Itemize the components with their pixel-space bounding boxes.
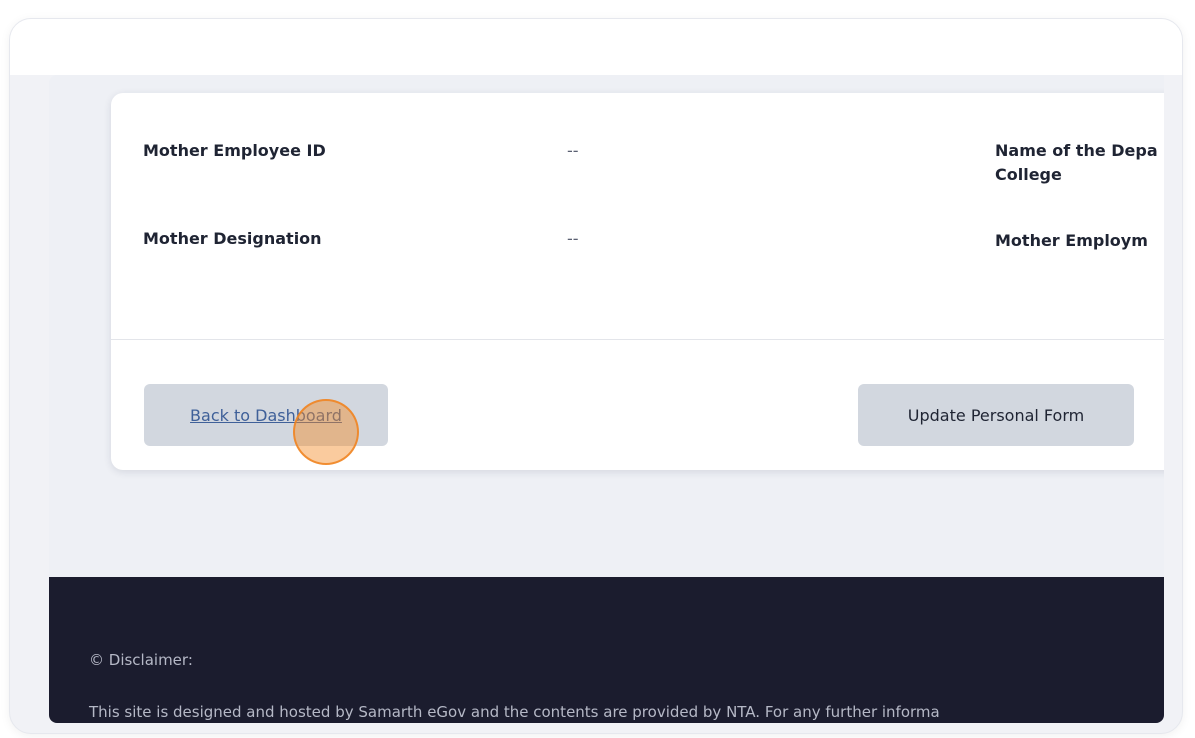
section-divider [111,339,1164,340]
name-of-department-label-line2: College [995,165,1062,184]
disclaimer-title: © Disclaimer: [89,651,193,669]
update-personal-form-button[interactable]: Update Personal Form [858,384,1134,446]
disclaimer-text: This site is designed and hosted by Sama… [89,703,940,721]
back-to-dashboard-button[interactable]: Back to Dashboard [144,384,388,446]
mother-designation-label: Mother Designation [143,229,322,248]
mother-employment-label: Mother Employm [995,231,1148,250]
name-of-department-label-line1: Name of the Depa [995,141,1158,160]
browser-frame: Mother Employee ID -- Name of the Depa C… [9,18,1183,734]
personal-details-card: Mother Employee ID -- Name of the Depa C… [111,93,1164,470]
mother-employee-id-label: Mother Employee ID [143,141,326,160]
site-footer: © Disclaimer: This site is designed and … [49,577,1164,723]
top-band [10,19,1182,75]
name-of-department-label: Name of the Depa College [995,139,1164,187]
page-viewport: Mother Employee ID -- Name of the Depa C… [49,75,1164,723]
mother-designation-value: -- [567,229,579,248]
mother-employee-id-value: -- [567,141,579,160]
